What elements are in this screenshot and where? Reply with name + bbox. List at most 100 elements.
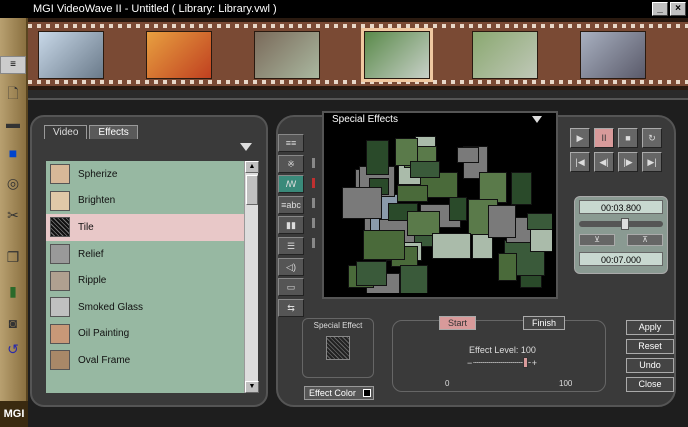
effect-tool-button[interactable]: ≡abc (278, 195, 304, 214)
stop-button[interactable]: ■ (618, 128, 638, 148)
end-time-display: 00:07.000 (579, 252, 663, 266)
pause-button[interactable]: II (594, 128, 614, 148)
filmstrip-frame[interactable] (146, 31, 212, 79)
preview-window: Special Effects (322, 111, 558, 299)
effect-level-slider[interactable]: − + (467, 357, 537, 368)
page-icon[interactable]: 🗋 (2, 82, 24, 104)
preview-tile (407, 210, 440, 237)
minimize-button[interactable]: _ (652, 2, 668, 16)
effect-thumbnail (50, 350, 70, 371)
go-to-end-button[interactable]: ▶| (642, 152, 662, 172)
menu-tab[interactable]: ≡ (0, 56, 26, 74)
effect-color-button[interactable]: Effect Color (304, 386, 374, 400)
copy-icon[interactable]: ❐ (2, 246, 24, 268)
increase-level-icon[interactable]: + (532, 359, 537, 368)
window-title: MGI VideoWave II - Untitled ( Library: L… (33, 3, 277, 15)
effect-item-smoked-glass[interactable]: Smoked Glass (46, 294, 244, 321)
effect-item-oval-frame[interactable]: Oval Frame (46, 347, 244, 374)
decrease-level-icon[interactable]: − (467, 359, 472, 368)
effect-tool-button[interactable]: ◁) (278, 257, 304, 276)
reset-button[interactable]: Reset (626, 339, 674, 354)
effect-tool-button[interactable]: ※ (278, 154, 304, 173)
effect-item-ripple[interactable]: Ripple (46, 267, 244, 294)
close-window-button[interactable]: × (670, 2, 686, 16)
tool-indicator-active (312, 178, 315, 188)
action-buttons: Apply Reset Undo Close (626, 320, 674, 396)
step-back-button[interactable]: ◀| (594, 152, 614, 172)
position-slider-knob[interactable] (620, 218, 629, 230)
film-reel-icon[interactable]: ◎ (2, 172, 24, 194)
finish-button[interactable]: Finish (523, 316, 566, 330)
tool-indicator (312, 218, 315, 228)
mark-out-button[interactable]: ⊼ (627, 234, 663, 246)
scroll-thumb[interactable] (246, 175, 258, 205)
filmstrip-frame[interactable] (364, 31, 430, 79)
go-to-start-button[interactable]: |◀ (570, 152, 590, 172)
effects-list: Spherize Brighten Tile Relief Ripple Smoked G… (46, 161, 244, 393)
close-button[interactable]: Close (626, 377, 674, 392)
scroll-up-icon[interactable]: ▲ (245, 161, 259, 173)
special-effect-box: Special Effect (302, 318, 374, 378)
battery-icon[interactable]: ▮ (2, 280, 24, 302)
preview-tile (396, 185, 429, 202)
effect-name: Tile (78, 221, 94, 233)
position-slider[interactable] (579, 218, 663, 230)
effect-thumbnail (50, 244, 70, 265)
effect-tools: ≡≡ ※ ꟿ ≡abc ▮▮ ☰ ◁) ▭ ⇆ (278, 134, 308, 319)
effect-tool-button[interactable]: ☰ (278, 236, 304, 255)
tool-indicator (312, 158, 315, 168)
effect-level-knob[interactable] (523, 357, 528, 368)
level-scale-min: 0 (445, 379, 450, 388)
scissors-icon[interactable]: ✂ (2, 204, 24, 226)
save-icon[interactable]: ■ (2, 142, 24, 164)
effects-scrollbar[interactable]: ▲ ▼ (244, 161, 259, 393)
mgi-logo: MGI (0, 401, 28, 427)
effect-name: Spherize (78, 168, 118, 180)
preview-tile (488, 205, 516, 238)
start-button[interactable]: Start (439, 316, 477, 330)
special-effect-thumbnail (326, 336, 350, 360)
effect-item-oil-painting[interactable]: Oil Painting (46, 321, 244, 348)
tab-effects[interactable]: Effects (89, 125, 138, 139)
loop-button[interactable]: ↻ (642, 128, 662, 148)
preview-tile (409, 160, 441, 178)
effect-item-spherize[interactable]: Spherize (46, 161, 244, 188)
effect-name: Brighten (78, 195, 116, 207)
scroll-down-icon[interactable]: ▼ (245, 381, 259, 393)
play-button[interactable]: ▶ (570, 128, 590, 148)
preview-tile (449, 196, 468, 221)
effect-item-relief[interactable]: Relief (46, 241, 244, 268)
apply-button[interactable]: Apply (626, 320, 674, 335)
effect-item-tile[interactable]: Tile (46, 214, 244, 241)
effect-thumbnail (50, 164, 70, 185)
filmstrip-frame[interactable] (580, 31, 646, 79)
undo-icon[interactable]: ↺ (2, 338, 24, 360)
mark-in-button[interactable]: ⊻ (579, 234, 615, 246)
preview-tile (511, 172, 533, 206)
library-tabs: Video Effects (44, 125, 138, 139)
effect-level-readout: Effect Level: 100 (469, 345, 536, 355)
effect-tool-button[interactable]: ꟿ (278, 175, 304, 194)
chevron-down-icon[interactable] (240, 143, 252, 151)
filmstrip-frame[interactable] (472, 31, 538, 79)
undo-button[interactable]: Undo (626, 358, 674, 373)
tool-indicator (312, 238, 315, 248)
filmstrip-frame[interactable] (38, 31, 104, 79)
disk-icon[interactable]: ◙ (2, 312, 24, 334)
preview-title: Special Effects (332, 114, 398, 125)
effect-thumbnail (50, 217, 70, 238)
preview-menu-icon[interactable] (532, 116, 542, 123)
time-panel: 00:03.800 ⊻ ⊼ 00:07.000 (574, 196, 668, 274)
effect-tool-button[interactable]: ▭ (278, 278, 304, 297)
folder-icon[interactable]: ▬ (2, 112, 24, 134)
effect-tool-button[interactable]: ⇆ (278, 298, 304, 317)
tool-indicator (312, 198, 315, 208)
filmstrip-frame[interactable] (254, 31, 320, 79)
step-forward-button[interactable]: |▶ (618, 152, 638, 172)
effect-tool-button[interactable]: ▮▮ (278, 216, 304, 235)
preview-tile (362, 229, 405, 261)
preview-tile (365, 140, 390, 175)
effect-tool-button[interactable]: ≡≡ (278, 134, 304, 152)
tab-video[interactable]: Video (44, 125, 88, 139)
effect-item-brighten[interactable]: Brighten (46, 188, 244, 215)
